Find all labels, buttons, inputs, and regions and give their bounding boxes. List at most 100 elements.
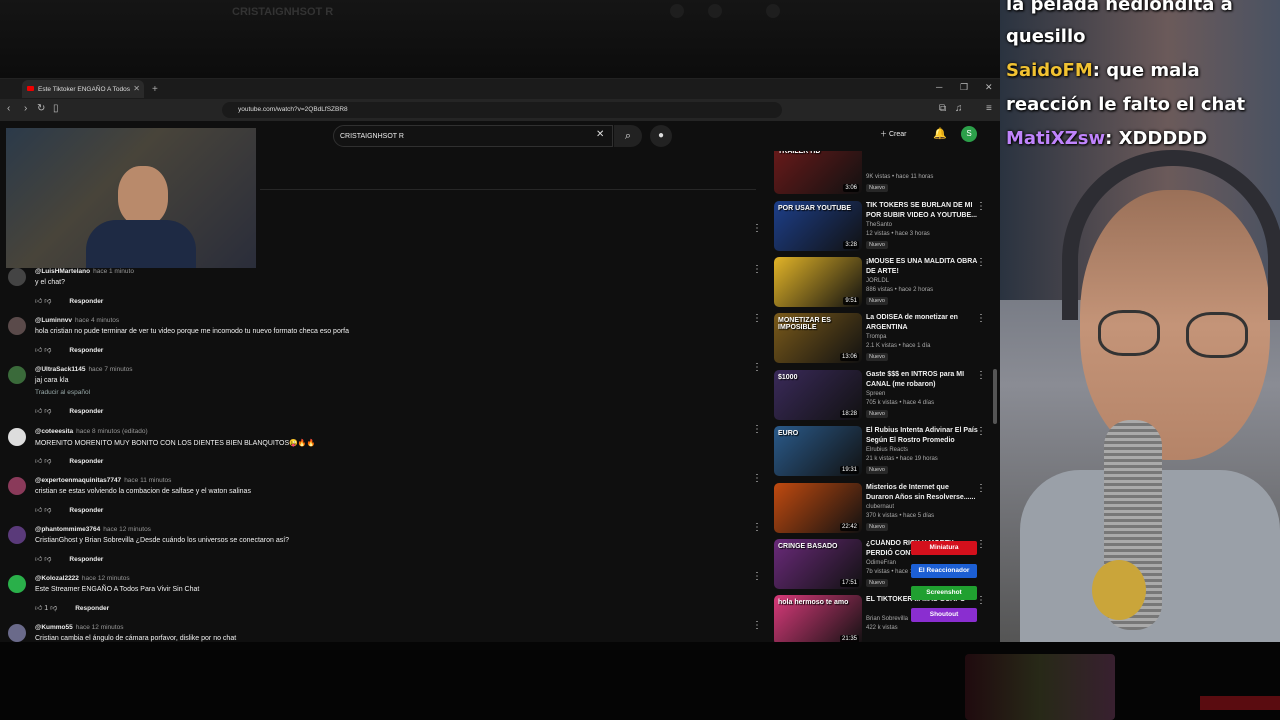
- scrollbar[interactable]: [993, 369, 997, 424]
- video-more-icon[interactable]: ⋮: [976, 595, 986, 606]
- video-title[interactable]: La ODISEA de monetizar en ARGENTINA: [866, 313, 978, 333]
- comment-more-icon[interactable]: ⋮: [752, 313, 762, 324]
- video-title[interactable]: El Rubius Intenta Adivinar El País Según…: [866, 426, 978, 446]
- video-thumbnail[interactable]: $1000 18:28: [774, 370, 862, 420]
- comment-more-icon[interactable]: ⋮: [752, 362, 762, 373]
- search-input[interactable]: CRISTAIGNHSOT R: [333, 125, 613, 147]
- video-title[interactable]: Misterios de Internet que Duraron Años s…: [866, 483, 978, 503]
- video-thumbnail[interactable]: hola hermoso te amo 21:35: [774, 595, 862, 643]
- channel-name[interactable]: Elrubius Reacts: [866, 447, 908, 453]
- comment-more-icon[interactable]: ⋮: [752, 522, 762, 533]
- comment-username[interactable]: @coteeesita hace 8 minutos (editado): [35, 428, 148, 435]
- reply-button[interactable]: Responder: [69, 347, 103, 354]
- extensions-icon[interactable]: ⧉: [939, 103, 946, 114]
- video-more-icon[interactable]: ⋮: [976, 257, 986, 268]
- channel-name[interactable]: TheSanto: [866, 222, 892, 228]
- close-window-icon[interactable]: ✕: [985, 82, 993, 93]
- minimize-icon[interactable]: ─: [936, 82, 942, 92]
- commenter-avatar[interactable]: [8, 477, 26, 495]
- video-more-icon[interactable]: ⋮: [976, 370, 986, 381]
- related-video[interactable]: TRAILER HD 3:06 9K vistas • hace 11 horas N…: [774, 151, 996, 200]
- back-icon[interactable]: ‹: [7, 103, 10, 114]
- video-thumbnail[interactable]: 22:42: [774, 483, 862, 533]
- video-thumbnail[interactable]: CRINGE BASADO 17:51: [774, 539, 862, 589]
- url-field[interactable]: youtube.com/watch?v=2QBdLfSZBR8: [222, 102, 782, 118]
- channel-name[interactable]: Spreen: [866, 391, 885, 397]
- comment-username[interactable]: @phantommime3764 hace 12 minutos: [35, 526, 151, 533]
- channel-name[interactable]: OdimeFran: [866, 560, 896, 566]
- dislike-icon[interactable]: 👎︎: [42, 507, 51, 514]
- video-thumbnail[interactable]: POR USAR YOUTUBE 3:28: [774, 201, 862, 251]
- notifications-bell-icon[interactable]: 🔔: [933, 127, 947, 140]
- comment-more-icon[interactable]: ⋮: [752, 424, 762, 435]
- clear-search-icon[interactable]: ✕: [596, 129, 604, 140]
- dislike-icon[interactable]: 👎︎: [48, 605, 57, 612]
- dislike-icon[interactable]: 👎︎: [42, 408, 51, 415]
- commenter-avatar[interactable]: [8, 526, 26, 544]
- commenter-avatar[interactable]: [8, 268, 26, 286]
- related-video[interactable]: 9:51 ¡MOUSE ES UNA MALDITA OBRA DE ARTE! J…: [774, 257, 996, 313]
- overlay-button[interactable]: Miniatura: [911, 541, 977, 555]
- dislike-icon[interactable]: 👎︎: [42, 458, 51, 465]
- comment-username[interactable]: @Kummo55 hace 12 minutos: [35, 624, 123, 631]
- new-tab-icon[interactable]: +: [152, 84, 158, 95]
- video-title[interactable]: Gaste $$$ en INTROS para MI CANAL (me ro…: [866, 370, 978, 390]
- reply-button[interactable]: Responder: [69, 507, 103, 514]
- comment-username[interactable]: @LuisHMartelano hace 1 minuto: [35, 268, 134, 275]
- media-icon[interactable]: ♫: [955, 103, 963, 114]
- related-video[interactable]: POR USAR YOUTUBE 3:28 TIK TOKERS SE BURLAN…: [774, 201, 996, 257]
- search-button[interactable]: ⌕: [614, 125, 642, 147]
- overlay-button[interactable]: El Reaccionador: [911, 564, 977, 578]
- commenter-avatar[interactable]: [8, 575, 26, 593]
- related-video[interactable]: $1000 18:28 Gaste $$$ en INTROS para MI CA…: [774, 370, 996, 426]
- video-thumbnail[interactable]: TRAILER HD 3:06: [774, 151, 862, 194]
- related-video[interactable]: 22:42 Misterios de Internet que Duraron A…: [774, 483, 996, 539]
- reply-button[interactable]: Responder: [69, 408, 103, 415]
- reply-button[interactable]: Responder: [69, 458, 103, 465]
- dislike-icon[interactable]: 👎︎: [42, 347, 51, 354]
- reload-icon[interactable]: ↻: [37, 103, 45, 114]
- video-title[interactable]: TIK TOKERS SE BURLAN DE MI POR SUBIR VID…: [866, 201, 978, 221]
- create-button[interactable]: ＋ Crear: [880, 129, 906, 139]
- comment-more-icon[interactable]: ⋮: [752, 265, 762, 275]
- comment-more-icon[interactable]: ⋮: [752, 571, 762, 582]
- video-thumbnail[interactable]: 9:51: [774, 257, 862, 307]
- reply-button[interactable]: Responder: [75, 605, 109, 612]
- commenter-avatar[interactable]: [8, 428, 26, 446]
- video-more-icon[interactable]: ⋮: [976, 539, 986, 550]
- comment-username[interactable]: @UltraSack1145 hace 7 minutos: [35, 366, 133, 373]
- account-avatar[interactable]: S: [961, 126, 977, 142]
- forward-icon[interactable]: ›: [24, 103, 27, 114]
- commenter-avatar[interactable]: [8, 317, 26, 335]
- commenter-avatar[interactable]: [8, 366, 26, 384]
- video-title[interactable]: ¡MOUSE ES UNA MALDITA OBRA DE ARTE!: [866, 257, 978, 277]
- reply-button[interactable]: Responder: [69, 556, 103, 563]
- translate-link[interactable]: Traducir al español: [35, 389, 90, 396]
- reply-button[interactable]: Responder: [69, 298, 103, 305]
- comment-username[interactable]: @Kolozal2222 hace 12 minutos: [35, 575, 130, 582]
- comment-more-icon[interactable]: ⋮: [752, 473, 762, 484]
- channel-name[interactable]: clubernaut: [866, 504, 894, 510]
- sidebar-toggle-icon[interactable]: ▯: [53, 103, 59, 114]
- dislike-icon[interactable]: 👎︎: [42, 298, 51, 305]
- maximize-icon[interactable]: ❐: [960, 82, 968, 93]
- channel-name[interactable]: Trompa: [866, 334, 886, 340]
- channel-name[interactable]: JORLDL: [866, 278, 889, 284]
- comment-more-icon[interactable]: ⋮: [752, 620, 762, 631]
- close-tab-icon[interactable]: ✕: [133, 84, 140, 93]
- microphone-icon[interactable]: ●: [650, 125, 672, 147]
- comment-username[interactable]: @expertoenmaquinitas7747 hace 11 minutos: [35, 477, 171, 484]
- video-more-icon[interactable]: ⋮: [976, 201, 986, 212]
- menu-icon[interactable]: ≡: [986, 103, 992, 114]
- channel-name[interactable]: Brian Sobrevilla: [866, 616, 908, 622]
- video-more-icon[interactable]: ⋮: [976, 426, 986, 437]
- related-video[interactable]: EURO 19:31 El Rubius Intenta Adivinar El P…: [774, 426, 996, 482]
- overlay-button[interactable]: Screenshot: [911, 586, 977, 600]
- browser-tab[interactable]: Este Tiktoker ENGAÑO A Todos ✕: [22, 80, 144, 98]
- video-thumbnail[interactable]: EURO 19:31: [774, 426, 862, 476]
- comment-username[interactable]: @Luminnvv hace 4 minutos: [35, 317, 119, 324]
- video-more-icon[interactable]: ⋮: [976, 313, 986, 324]
- more-options-icon[interactable]: ⋮: [752, 223, 762, 234]
- overlay-button[interactable]: Shoutout: [911, 608, 977, 622]
- video-thumbnail[interactable]: MONETIZAR ES IMPOSIBLE 13:06: [774, 313, 862, 363]
